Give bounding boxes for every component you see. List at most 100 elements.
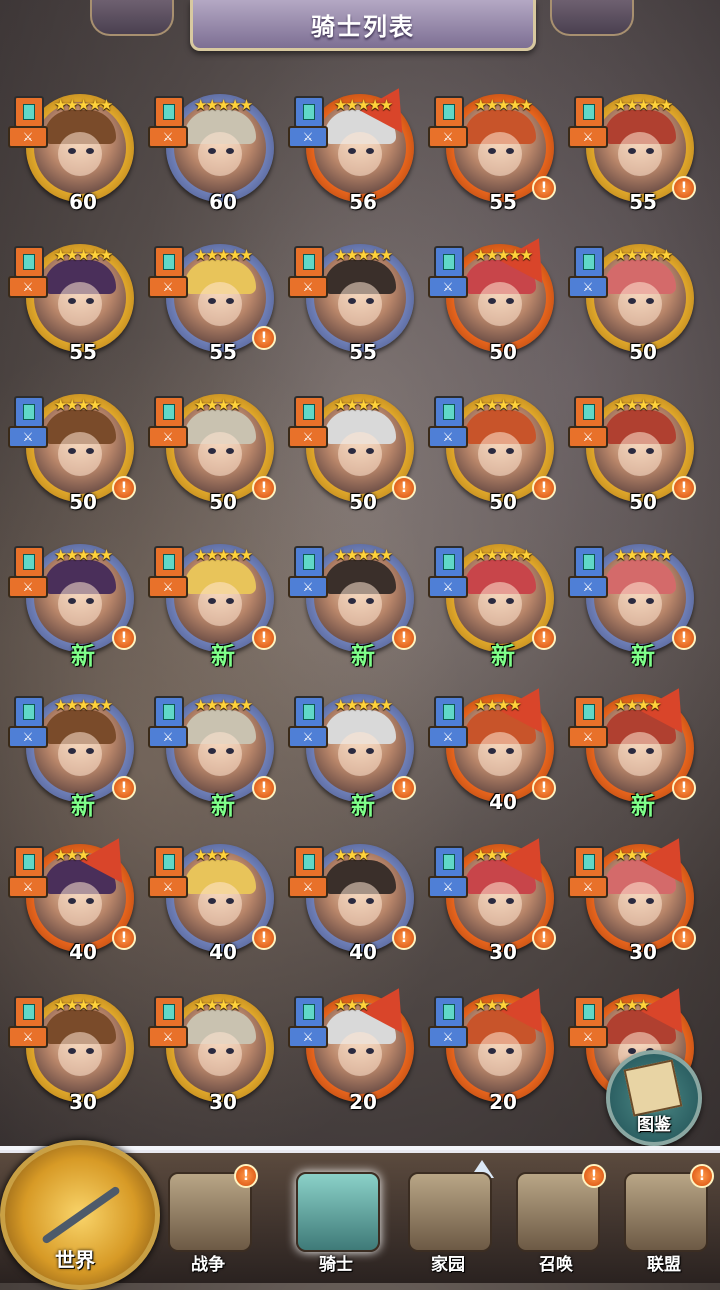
knight-card[interactable]: ★★★★ ⚔ 50! — [148, 386, 278, 526]
star-rating: ★★★ — [334, 996, 370, 1014]
alert-icon: ! — [532, 176, 556, 200]
role-icon: ⚔ — [8, 876, 48, 898]
class-icon — [294, 546, 324, 578]
knight-card[interactable]: ★★★★ ⚔ 50! — [428, 386, 558, 526]
class-icon — [574, 246, 604, 278]
role-icon: ⚔ — [8, 726, 48, 748]
role-icon: ⚔ — [288, 276, 328, 298]
knight-card[interactable]: ★★★ ⚔ 20 — [428, 976, 561, 1126]
alert-icon: ! — [392, 626, 416, 650]
knight-card[interactable]: ★★★ ⚔ 40! — [8, 826, 141, 976]
knight-card[interactable]: ★★★★ ⚔ 50! — [288, 386, 418, 526]
knight-portrait — [174, 552, 266, 644]
knight-card[interactable]: ★★★ ⚔ 40! — [288, 836, 418, 976]
knight-card[interactable]: ★★★ ⚔ 20 — [288, 976, 421, 1126]
knight-card[interactable]: ★★★★★ ⚔ 新! — [568, 536, 698, 676]
knight-card[interactable]: ★★★★ ⚔ 40! — [428, 676, 561, 826]
role-icon: ⚔ — [8, 426, 48, 448]
knight-card[interactable]: ★★★★★ ⚔ 55 — [288, 236, 418, 376]
knight-card[interactable]: ★★★★ ⚔ 30 — [148, 986, 278, 1126]
class-icon — [14, 546, 44, 578]
star-rating: ★★★★★ — [54, 246, 113, 264]
alert-icon: ! — [392, 776, 416, 800]
class-icon — [14, 396, 44, 428]
knight-card[interactable]: ★★★★★ ⚔ 新! — [8, 536, 138, 676]
knight-card[interactable]: ★★★★ ⚔ 50! — [8, 386, 138, 526]
book-icon — [623, 1059, 683, 1117]
role-icon: ⚔ — [288, 876, 328, 898]
knight-card[interactable]: ★★★★★ ⚔ 60 — [8, 86, 138, 226]
alert-icon: ! — [672, 476, 696, 500]
tab-knights[interactable]: 骑士 — [284, 1166, 388, 1276]
knight-level: 50 — [489, 490, 517, 514]
role-icon: ⚔ — [148, 426, 188, 448]
alert-icon: ! — [112, 776, 136, 800]
knight-level: 55 — [489, 190, 517, 214]
knight-card[interactable]: ★★★★★ ⚔ 55! — [148, 236, 278, 376]
alert-icon: ! — [234, 1164, 258, 1188]
knight-level: 56 — [349, 190, 377, 214]
knight-level: 20 — [349, 1090, 377, 1114]
star-rating: ★★★ — [194, 846, 230, 864]
knight-portrait — [34, 402, 126, 494]
role-icon: ⚔ — [8, 276, 48, 298]
title-banner: 骑士列表 — [190, 0, 536, 51]
knight-portrait — [314, 852, 406, 944]
class-icon — [434, 996, 464, 1028]
codex-button[interactable]: 图鉴 — [606, 1050, 702, 1146]
knight-card[interactable]: ★★★★★ ⚔ 56 — [288, 76, 421, 226]
header-ornament-right — [550, 0, 634, 36]
knight-card[interactable]: ★★★★★ ⚔ 55! — [428, 86, 558, 226]
knight-portrait — [314, 402, 406, 494]
role-icon: ⚔ — [568, 126, 608, 148]
knight-card[interactable]: ★★★★★ ⚔ 新! — [8, 686, 138, 826]
knight-card[interactable]: ★★★★★ ⚔ 新! — [288, 686, 418, 826]
knight-portrait — [454, 102, 546, 194]
knight-card[interactable]: ★★★★★ ⚔ 新! — [428, 536, 558, 676]
role-icon: ⚔ — [568, 876, 608, 898]
knight-card[interactable]: ★★★★★ ⚔ 55 — [8, 236, 138, 376]
tab-war[interactable]: 战争! — [156, 1164, 260, 1276]
knight-card[interactable]: ★★★ ⚔ 30! — [568, 826, 701, 976]
star-rating: ★★★★★ — [474, 96, 533, 114]
knight-level: 50 — [629, 490, 657, 514]
tab-label: 战争 — [191, 1255, 225, 1275]
star-rating: ★★★★★ — [614, 246, 673, 264]
knight-level: 新 — [351, 642, 375, 670]
knight-portrait — [174, 402, 266, 494]
knight-card[interactable]: ★★★★ ⚔ 新! — [568, 676, 701, 826]
role-icon: ⚔ — [8, 126, 48, 148]
tab-label: 联盟 — [647, 1255, 681, 1275]
knight-card[interactable]: ★★★★ ⚔ 30 — [8, 986, 138, 1126]
knight-card[interactable]: ★★★★★ ⚔ 50 — [568, 236, 698, 376]
knight-card[interactable]: ★★★★ ⚔ 50! — [568, 386, 698, 526]
knight-card[interactable]: ★★★★★ ⚔ 55! — [568, 86, 698, 226]
knight-level: 30 — [69, 1090, 97, 1114]
class-icon — [154, 246, 184, 278]
knight-level: 新 — [71, 642, 95, 670]
knight-card[interactable]: ★★★ ⚔ 30! — [428, 826, 561, 976]
star-rating: ★★★★★ — [54, 96, 113, 114]
knight-card[interactable]: ★★★★★ ⚔ 新! — [288, 536, 418, 676]
star-rating: ★★★★ — [474, 696, 522, 714]
role-icon: ⚔ — [288, 1026, 328, 1048]
knight-card[interactable]: ★★★★★ ⚔ 新! — [148, 686, 278, 826]
tab-alliance[interactable]: 联盟! — [612, 1164, 716, 1276]
knight-level: 50 — [349, 490, 377, 514]
knight-card[interactable]: ★★★★★ ⚔ 50 — [428, 226, 561, 376]
role-icon: ⚔ — [428, 726, 468, 748]
knight-card[interactable]: ★★★★★ ⚔ 新! — [148, 536, 278, 676]
class-icon — [434, 546, 464, 578]
star-rating: ★★★★ — [334, 396, 382, 414]
class-icon — [154, 396, 184, 428]
knight-level: 新 — [491, 642, 515, 670]
knight-level: 30 — [209, 1090, 237, 1114]
knight-card[interactable]: ★★★ ⚔ 40! — [148, 836, 278, 976]
knight-portrait — [174, 852, 266, 944]
star-rating: ★★★ — [334, 846, 370, 864]
role-icon: ⚔ — [568, 726, 608, 748]
knight-card[interactable]: ★★★★★ ⚔ 60 — [148, 86, 278, 226]
tab-summon[interactable]: 召唤! — [504, 1164, 608, 1276]
alert-icon: ! — [532, 626, 556, 650]
tab-home[interactable]: 家园 — [396, 1166, 500, 1276]
